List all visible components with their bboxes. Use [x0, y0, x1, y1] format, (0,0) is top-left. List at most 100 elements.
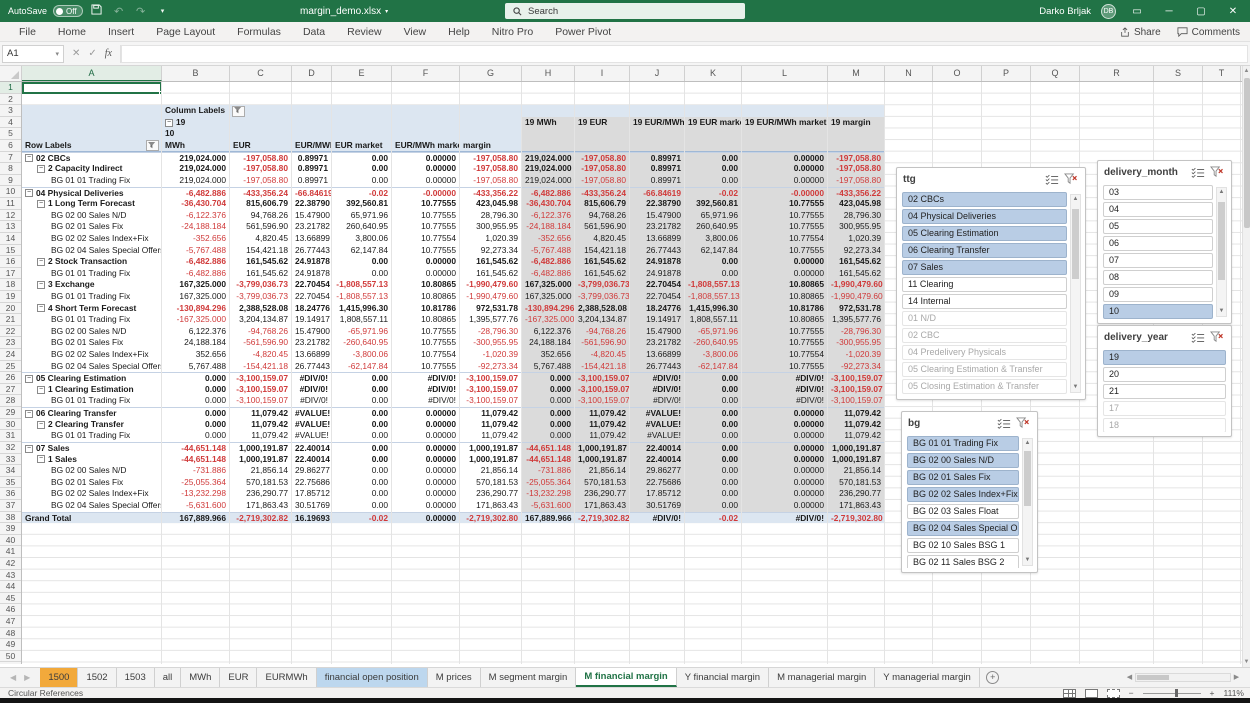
zoom-slider[interactable]: [1143, 693, 1201, 694]
pivot-cell[interactable]: 0.89971: [292, 153, 332, 164]
row-header[interactable]: 43: [0, 570, 21, 582]
pivot-cell[interactable]: -3,100,159.07: [575, 384, 630, 396]
pivot-cell[interactable]: -28,796.30: [460, 326, 522, 338]
pivot-cell[interactable]: 1,395,577.76: [460, 314, 522, 326]
pivot-cell[interactable]: 0.00: [332, 443, 392, 454]
pivot-cell[interactable]: -6,482.886: [162, 268, 230, 280]
row-header[interactable]: 4: [0, 117, 21, 129]
pivot-cell[interactable]: 10.77554: [742, 349, 828, 361]
pivot-cell[interactable]: 0.000: [162, 430, 230, 442]
pivot-row-label[interactable]: −05 Clearing Estimation: [22, 373, 162, 384]
slicer-scroll-up-icon[interactable]: ▲: [1217, 188, 1226, 197]
pivot-cell[interactable]: -433,356.24: [575, 188, 630, 199]
row-header[interactable]: 40: [0, 535, 21, 547]
pivot-cell[interactable]: 0.00000: [742, 408, 828, 419]
pivot-cell[interactable]: 23.21782: [630, 221, 685, 233]
pivot-cell[interactable]: 1,415,996.30: [685, 303, 742, 315]
pivot-cell[interactable]: -197,058.80: [230, 163, 292, 175]
pivot-cell[interactable]: -25,055.364: [522, 477, 575, 489]
pivot-cell[interactable]: 22.75686: [292, 477, 332, 489]
pivot-cell[interactable]: 10.80865: [392, 291, 460, 303]
pivot-cell[interactable]: -197,058.80: [828, 153, 885, 164]
pivot-cell[interactable]: #DIV/0!: [630, 373, 685, 384]
pivot-cell[interactable]: 11,079.42: [230, 430, 292, 442]
pivot-cell[interactable]: -3,800.06: [332, 349, 392, 361]
row-header[interactable]: 16: [0, 256, 21, 268]
pivot-cell[interactable]: 171,863.43: [230, 500, 292, 512]
pivot-cell[interactable]: #DIV/0!: [630, 395, 685, 407]
row-header[interactable]: 18: [0, 279, 21, 291]
pivot-cell[interactable]: 0.89971: [630, 175, 685, 187]
pivot-cell[interactable]: 0.89971: [292, 163, 332, 175]
pivot-cell[interactable]: 219,024.000: [162, 153, 230, 164]
pivot-cell[interactable]: -1,990,479.60: [460, 291, 522, 303]
pivot-cell[interactable]: 0.000: [522, 419, 575, 431]
sheet-tab-eur[interactable]: EUR: [220, 668, 257, 687]
pivot-cell[interactable]: -65,971.96: [685, 326, 742, 338]
pivot-cell[interactable]: 0.000: [522, 395, 575, 407]
pivot-cell[interactable]: 10.77555: [742, 326, 828, 338]
pivot-cell[interactable]: 11,079.42: [828, 430, 885, 442]
ribbon-tab-formulas[interactable]: Formulas: [226, 22, 292, 42]
pivot-row-label[interactable]: BG 01 01 Trading Fix: [22, 268, 162, 280]
pivot-cell[interactable]: -1,990,479.60: [828, 291, 885, 303]
sheet-tab-eurmwh[interactable]: EURMWh: [257, 668, 316, 687]
name-box[interactable]: A1▾: [2, 45, 64, 63]
pivot-cell[interactable]: 15.47900: [630, 326, 685, 338]
pivot-cell[interactable]: -3,100,159.07: [828, 395, 885, 407]
pivot-cell[interactable]: 3,800.06: [685, 233, 742, 245]
pivot-cell[interactable]: 167,325.000: [162, 279, 230, 291]
value-header[interactable]: EUR: [230, 140, 292, 151]
pivot-cell[interactable]: 352.656: [162, 349, 230, 361]
row-header[interactable]: 6: [0, 140, 21, 152]
pivot-cell[interactable]: -197,058.80: [575, 153, 630, 164]
pivot-row-label[interactable]: −1 Sales: [22, 454, 162, 466]
pivot-cell[interactable]: 352.656: [522, 349, 575, 361]
pivot-cell[interactable]: 0.000: [522, 430, 575, 442]
pivot-cell[interactable]: -2,719,302.80: [828, 513, 885, 524]
slicer-item[interactable]: 11 Clearing: [902, 277, 1067, 292]
pivot-cell[interactable]: 0.00: [685, 408, 742, 419]
pivot-cell[interactable]: 6,122.376: [522, 326, 575, 338]
slicer-scrollbar[interactable]: ▲▼: [1216, 187, 1227, 317]
pivot-cell[interactable]: -197,058.80: [575, 163, 630, 175]
pivot-cell[interactable]: 0.00: [685, 268, 742, 280]
formula-input[interactable]: [121, 45, 1248, 63]
pivot-cell[interactable]: 0.00: [685, 373, 742, 384]
pivot-cell[interactable]: 10.77555: [742, 361, 828, 373]
pivot-cell[interactable]: 154,421.18: [575, 245, 630, 257]
pivot-cell[interactable]: 65,971.96: [332, 210, 392, 222]
slicer-item[interactable]: 18: [1103, 418, 1226, 432]
pivot-cell[interactable]: 0.00000: [742, 477, 828, 489]
pivot-cell[interactable]: 22.70454: [630, 279, 685, 291]
collapse-group-icon[interactable]: −: [37, 421, 45, 429]
pivot-cell[interactable]: 11,079.42: [460, 408, 522, 419]
pivot-cell[interactable]: -300,955.95: [828, 337, 885, 349]
pivot-cell[interactable]: -6,122.376: [162, 210, 230, 222]
collapse-group-icon[interactable]: −: [37, 165, 45, 173]
pivot-cell[interactable]: -197,058.80: [460, 153, 522, 164]
pivot-row-label[interactable]: BG 02 02 Sales Index+Fix: [22, 233, 162, 245]
column-header[interactable]: D: [292, 66, 332, 81]
pivot-cell[interactable]: -3,799,036.73: [230, 291, 292, 303]
row-header[interactable]: 14: [0, 233, 21, 245]
pivot-cell[interactable]: 16.19693: [292, 513, 332, 524]
scroll-up-icon[interactable]: ▲: [1243, 66, 1250, 76]
pivot-cell[interactable]: #VALUE!: [292, 408, 332, 419]
pivot-row-label[interactable]: BG 02 00 Sales N/D: [22, 326, 162, 338]
pivot-cell[interactable]: #DIV/0!: [630, 384, 685, 396]
pivot-cell[interactable]: 5,767.488: [162, 361, 230, 373]
pivot-cell[interactable]: -1,990,479.60: [828, 279, 885, 291]
pivot-cell[interactable]: 236,290.77: [460, 488, 522, 500]
collapse-group-icon[interactable]: −: [25, 410, 33, 418]
slicer-item[interactable]: 05 Closing Estimation & Transfer: [902, 379, 1067, 394]
pivot-cell[interactable]: 11,079.42: [230, 419, 292, 431]
pivot-cell[interactable]: -561,596.90: [230, 337, 292, 349]
pivot-cell[interactable]: -3,100,159.07: [230, 395, 292, 407]
pivot-cell[interactable]: -433,356.22: [828, 188, 885, 199]
pivot-cell[interactable]: 22.70454: [292, 279, 332, 291]
pivot-cell[interactable]: 22.70454: [292, 291, 332, 303]
pivot-cell[interactable]: 0.000: [162, 373, 230, 384]
pivot-cell[interactable]: -3,799,036.73: [575, 291, 630, 303]
pivot-cell[interactable]: 18.24776: [292, 303, 332, 315]
